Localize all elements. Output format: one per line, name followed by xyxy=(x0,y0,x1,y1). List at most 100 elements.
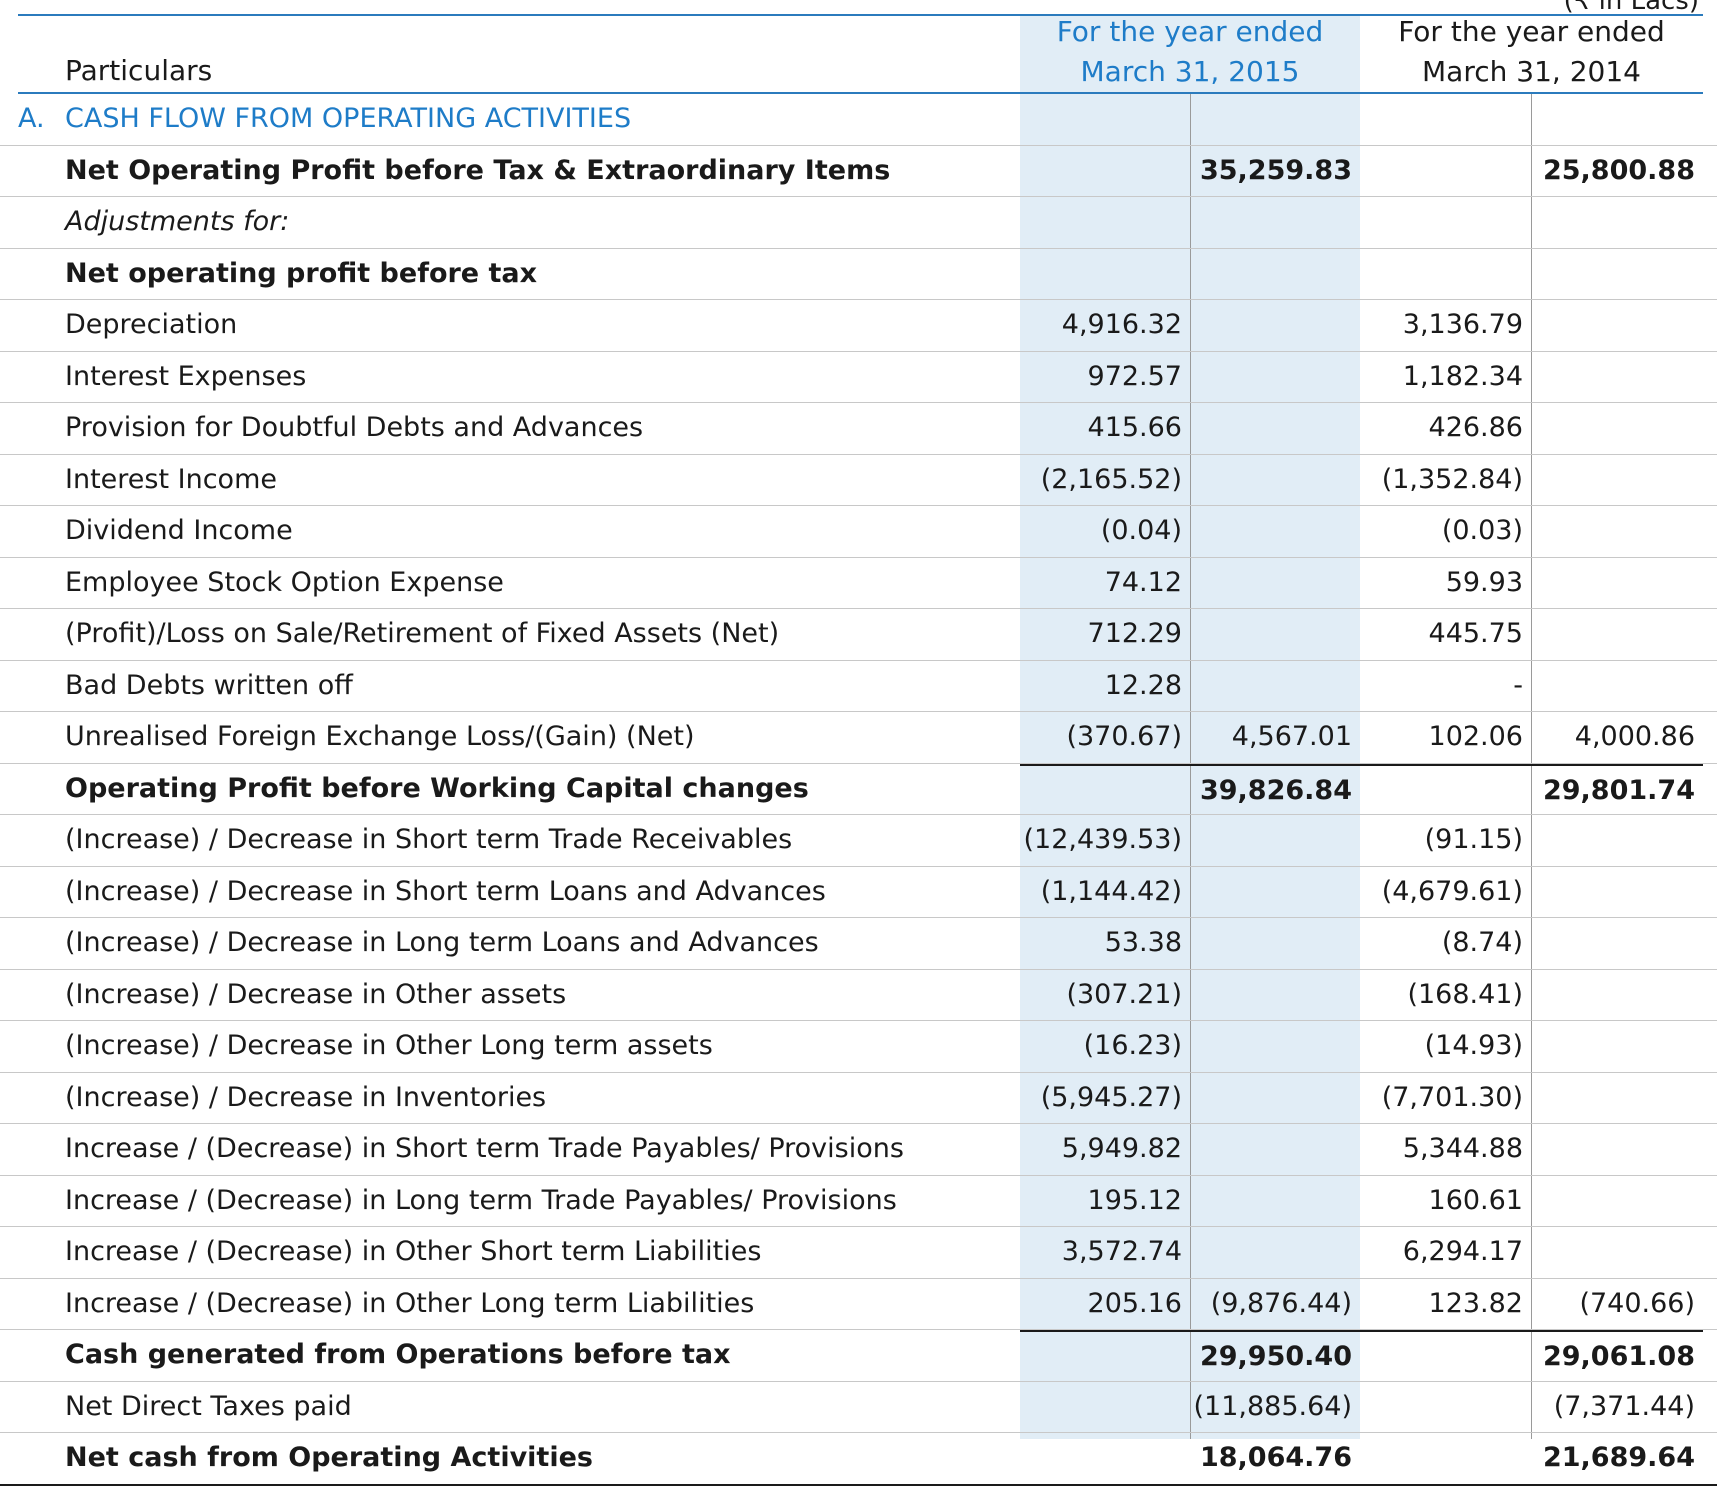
value-cell-c4: 21,689.64 xyxy=(1542,1442,1695,1473)
row-label: Bad Debts written off xyxy=(65,669,353,701)
value-cell-c2 xyxy=(1190,970,1360,1020)
table-row: Interest Income (2,165.52) (1,352.84) xyxy=(0,455,1717,506)
value-cell-c3: (8.74) xyxy=(1441,927,1523,958)
value-cell-c1: (2,165.52) xyxy=(1040,463,1182,495)
value-cell-c3: 445.75 xyxy=(1428,618,1523,649)
value-cell-c1: 205.16 xyxy=(1087,1287,1182,1319)
table-row: Increase / (Decrease) in Long term Trade… xyxy=(0,1176,1717,1227)
row-label: Unrealised Foreign Exchange Loss/(Gain) … xyxy=(65,721,695,752)
row-label: Net cash from Operating Activities xyxy=(65,1442,593,1473)
value-cell-c4: 25,800.88 xyxy=(1542,154,1695,186)
value-cell-c3 xyxy=(1360,249,1531,299)
table-row: Dividend Income (0.04) (0.03) xyxy=(0,506,1717,558)
table-row: Interest Expenses 972.57 1,182.34 xyxy=(0,352,1717,403)
value-cell-c4 xyxy=(1531,506,1703,556)
value-cell-c1: 972.57 xyxy=(1087,360,1182,392)
value-cell-c3: 3,136.79 xyxy=(1402,309,1523,340)
value-cell-c3: (14.93) xyxy=(1424,1030,1523,1061)
value-cell-c2 xyxy=(1190,249,1360,299)
table-row: (Increase) / Decrease in Other assets (30… xyxy=(0,970,1717,1021)
table-row: Cash generated from Operations before ta… xyxy=(0,1330,1717,1382)
value-cell-c2: 39,826.84 xyxy=(1190,763,1360,814)
value-cell-c3: (91.15) xyxy=(1424,824,1523,855)
value-cell-c1: (5,945.27) xyxy=(1040,1081,1182,1113)
column-header-2015: For the year ended March 31, 2015 xyxy=(1020,12,1360,92)
row-label: A. CASH FLOW FROM OPERATING ACTIVITIES xyxy=(18,94,631,144)
value-cell-c2 xyxy=(1190,403,1360,453)
value-cell-c2 xyxy=(1190,94,1360,144)
section-letter: A. xyxy=(18,103,45,134)
row-label: Depreciation xyxy=(65,309,238,340)
value-cell-c4: 4,000.86 xyxy=(1574,721,1695,752)
value-cell-c3: 426.86 xyxy=(1428,412,1523,443)
value-cell-c3: 123.82 xyxy=(1428,1287,1523,1319)
table-row: Unrealised Foreign Exchange Loss/(Gain) … xyxy=(0,712,1717,764)
value-cell-c3: 5,344.88 xyxy=(1402,1133,1523,1164)
value-cell-c3: (168.41) xyxy=(1407,978,1523,1010)
value-cell-c4 xyxy=(1531,918,1703,968)
row-label: Dividend Income xyxy=(65,515,293,546)
table-row: (Increase) / Decrease in Short term Trad… xyxy=(0,815,1717,867)
table-row: Operating Profit before Working Capital … xyxy=(0,763,1717,815)
row-label: Employee Stock Option Expense xyxy=(65,566,504,598)
row-label: (Increase) / Decrease in Long term Loans… xyxy=(65,927,819,958)
value-cell-c4 xyxy=(1531,455,1703,505)
value-cell-c1: 74.12 xyxy=(1104,566,1182,598)
table-row: (Increase) / Decrease in Short term Loan… xyxy=(0,867,1717,918)
value-cell-c4 xyxy=(1531,867,1703,917)
row-label: (Increase) / Decrease in Other Long term… xyxy=(65,1030,713,1061)
value-cell-c2 xyxy=(1190,661,1360,711)
value-cell-c1: (370.67) xyxy=(1066,721,1182,752)
value-cell-c2 xyxy=(1190,300,1360,350)
value-cell-c2 xyxy=(1190,609,1360,659)
value-cell-c3: 59.93 xyxy=(1445,566,1523,598)
table-row: Adjustments for: xyxy=(0,197,1717,249)
value-cell-c3: (1,352.84) xyxy=(1381,463,1523,495)
row-label: (Increase) / Decrease in Short term Loan… xyxy=(65,875,826,907)
table-row: (Increase) / Decrease in Other Long term… xyxy=(0,1021,1717,1073)
value-cell-c1: 195.12 xyxy=(1087,1184,1182,1216)
value-cell-c2 xyxy=(1190,1021,1360,1071)
row-label: Interest Income xyxy=(65,463,277,495)
value-cell-c3: - xyxy=(1513,669,1523,701)
row-label: Net Operating Profit before Tax & Extrao… xyxy=(65,154,891,186)
cash-flow-statement-page: (₹ in Lacs) For the year ended March 31,… xyxy=(0,0,1717,1486)
row-label: Operating Profit before Working Capital … xyxy=(65,772,809,804)
value-cell-c2 xyxy=(1190,352,1360,402)
value-cell-c3: 160.61 xyxy=(1428,1184,1523,1216)
value-cell-c2 xyxy=(1190,455,1360,505)
value-cell-c3 xyxy=(1360,146,1531,196)
row-label: Interest Expenses xyxy=(65,360,307,392)
value-cell-c4 xyxy=(1531,249,1703,299)
value-cell-c1 xyxy=(1020,1433,1190,1483)
value-cell-c2 xyxy=(1190,197,1360,247)
value-cell-c4 xyxy=(1531,1021,1703,1071)
value-cell-c1: 415.66 xyxy=(1087,412,1182,443)
column-header-2015-line1: For the year ended xyxy=(1056,15,1324,48)
value-cell-c1: (16.23) xyxy=(1083,1030,1182,1061)
table-row: Employee Stock Option Expense 74.12 59.93 xyxy=(0,558,1717,609)
value-cell-c1 xyxy=(1020,763,1190,814)
particulars-header: Particulars xyxy=(65,54,213,87)
value-cell-c4: (7,371.44) xyxy=(1553,1390,1695,1422)
value-cell-c4 xyxy=(1531,1124,1703,1174)
value-cell-c3 xyxy=(1360,763,1531,814)
table-row: Increase / (Decrease) in Other Long term… xyxy=(0,1279,1717,1330)
table-row: Increase / (Decrease) in Short term Trad… xyxy=(0,1124,1717,1176)
table-row: Provision for Doubtful Debts and Advance… xyxy=(0,403,1717,455)
value-cell-c3 xyxy=(1360,94,1531,144)
table-row: Bad Debts written off 12.28 - xyxy=(0,661,1717,712)
value-cell-c1: 12.28 xyxy=(1104,669,1182,701)
table-row: (Increase) / Decrease in Long term Loans… xyxy=(0,918,1717,970)
value-cell-c4 xyxy=(1531,403,1703,453)
value-cell-c2 xyxy=(1190,1073,1360,1123)
row-label: Increase / (Decrease) in Short term Trad… xyxy=(65,1133,904,1164)
value-cell-c4: (740.66) xyxy=(1579,1287,1695,1319)
value-cell-c4 xyxy=(1531,197,1703,247)
value-cell-c2: (9,876.44) xyxy=(1210,1287,1352,1319)
value-cell-c2: 18,064.76 xyxy=(1199,1442,1352,1473)
value-cell-c4 xyxy=(1531,815,1703,865)
value-cell-c2 xyxy=(1190,1124,1360,1174)
value-cell-c2 xyxy=(1190,558,1360,608)
value-cell-c4: 29,801.74 xyxy=(1531,763,1703,814)
